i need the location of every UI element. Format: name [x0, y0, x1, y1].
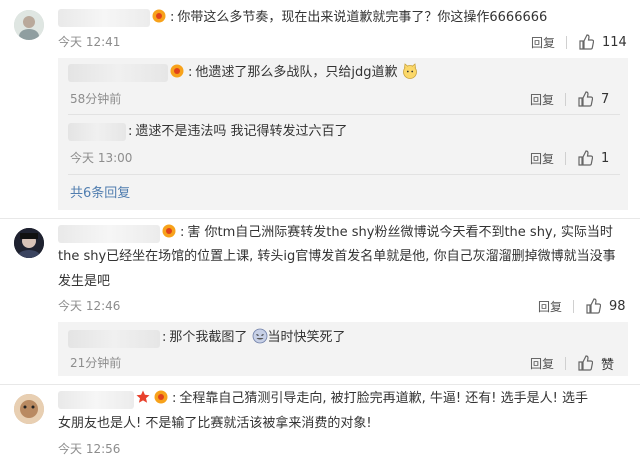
username[interactable] [58, 391, 134, 409]
reply-button[interactable]: 回复 [530, 150, 554, 167]
reply-divider [68, 114, 620, 115]
avatar-image [14, 394, 44, 424]
comment-divider [0, 384, 640, 385]
comment-actions: 回复 98 [538, 297, 626, 315]
vip-badge-icon [170, 64, 184, 78]
avatar[interactable] [14, 394, 44, 424]
like-count: 赞 [601, 357, 615, 373]
vip-badge-icon [162, 224, 176, 238]
reply-button[interactable]: 回复 [530, 355, 554, 372]
thumb-up-icon [578, 150, 594, 166]
username[interactable] [58, 9, 150, 27]
reply-actions: 回复 1 [530, 149, 609, 167]
like-count: 7 [601, 91, 610, 107]
comment-actions: 回复 114 [531, 33, 627, 51]
reply-time: 21分钟前 [70, 356, 122, 370]
star-icon [136, 390, 150, 403]
username[interactable] [58, 225, 160, 243]
avatar[interactable] [14, 10, 44, 40]
reply-actions: 回复 赞 [530, 354, 614, 373]
reply-text: : 他遗逑了那么多战队，只给jdg道歉 [170, 63, 418, 83]
reply-username[interactable] [68, 123, 126, 141]
reply-username[interactable] [68, 64, 168, 82]
reply-button[interactable]: 回复 [530, 91, 554, 108]
comment-time: 今天 12:56 [58, 442, 121, 456]
reply-list: : 那个我截图了 当时快笑死了 21分钟前 回复 赞 [58, 322, 628, 376]
avatar-image [14, 10, 44, 40]
reply-button[interactable]: 回复 [538, 298, 562, 315]
reply-time: 今天 13:00 [70, 151, 133, 165]
like-count: 114 [602, 34, 627, 50]
reply-time: 58分钟前 [70, 92, 122, 106]
like-button[interactable]: 98 [585, 298, 626, 314]
divider [566, 35, 568, 49]
reply-actions: 回复 7 [530, 90, 609, 108]
comment-text-line: :害 你tm自己洲际赛转发the shy粉丝微博说今天看不到the shy, 实… [162, 223, 613, 243]
divider [565, 92, 567, 106]
like-count: 1 [601, 150, 610, 166]
like-button[interactable]: 赞 [577, 354, 614, 373]
like-button[interactable]: 7 [577, 91, 609, 107]
avatar[interactable] [14, 228, 44, 258]
more-replies-link[interactable]: 共6条回复 [70, 182, 130, 201]
thumb-up-icon [579, 34, 595, 50]
comment-text-line: 女朋友也是人! 不是输了比赛就活该被拿来消费的对象! [58, 416, 372, 431]
comment-text-line: 发生是吧 [58, 274, 111, 289]
comment-divider [0, 218, 640, 219]
divider [565, 151, 567, 165]
reply-list: : 他遗逑了那么多战队，只给jdg道歉 58分钟前 回复 7 : 遗逑不是违法吗 我… [58, 58, 628, 210]
thumb-up-icon [578, 355, 594, 371]
comment-time: 今天 12:41 [58, 35, 121, 49]
reply-divider [68, 174, 620, 175]
reply-text: : 遗逑不是违法吗 我记得转发过六百了 [128, 124, 348, 139]
divider [565, 356, 567, 370]
avatar-image [14, 228, 44, 258]
reply-button[interactable]: 回复 [531, 34, 555, 51]
comment-text-line: : 全程靠自己猜测引导走向, 被打脸完再道歉, 牛逼! 还有! 选手是人! 选手 [136, 389, 588, 409]
like-button[interactable]: 114 [578, 34, 627, 50]
vip-badge-icon [152, 9, 166, 23]
laugh-emoji-icon [252, 328, 267, 344]
reply-username[interactable] [68, 330, 160, 348]
cat-emoji-icon [402, 63, 417, 79]
divider [573, 299, 575, 313]
comment-time: 今天 12:46 [58, 299, 121, 313]
thumb-up-icon [586, 298, 602, 314]
like-button[interactable]: 1 [577, 150, 609, 166]
thumb-up-icon [578, 91, 594, 107]
vip-badge-icon [154, 390, 168, 404]
comment-text-line: the shy已经坐在场馆的位置上课, 转头ig官博发首发名单就是他, 你自己灰… [58, 249, 616, 264]
like-count: 98 [609, 298, 626, 314]
comment-text: : 你带这么多节奏，现在出来说道歉就完事了？你这操作6666666 [152, 8, 547, 28]
reply-text: : 那个我截图了 当时快笑死了 [162, 328, 346, 345]
